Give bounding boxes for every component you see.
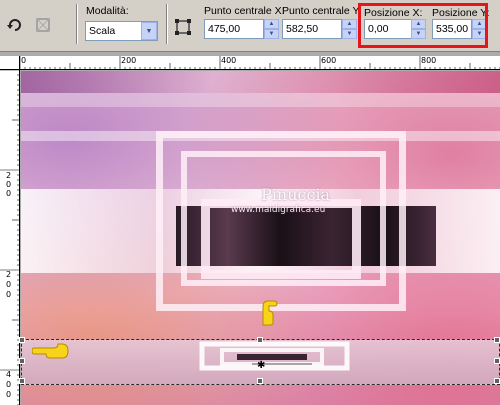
rotate-icon[interactable] [4, 14, 26, 36]
top-band [21, 71, 500, 93]
ruler-label: 0 [6, 380, 12, 389]
ruler-label: 400 [221, 56, 237, 65]
ruler-corner [0, 56, 20, 70]
ruler-label: 0 [6, 180, 12, 189]
center-point-icon[interactable] [172, 16, 194, 38]
center-y-field[interactable]: 582,50 [282, 19, 342, 39]
ruler-label: 200 [121, 56, 137, 65]
resize-handle[interactable] [257, 337, 263, 343]
center-x-value: 475,00 [208, 23, 241, 35]
ruler-label: 2 [6, 270, 12, 279]
mode-value: Scala [89, 25, 116, 37]
deform-toolbar: Modalità: Scala ▼ Punto centrale X: 475,… [0, 0, 500, 52]
pointing-hand-icon [31, 342, 70, 360]
ruler-label: 800 [421, 56, 437, 65]
resize-handle[interactable] [257, 378, 263, 384]
horizontal-ruler: 0 200 400 600 800 [20, 56, 500, 70]
ruler-label: 0 [21, 56, 27, 65]
position-highlight-box [358, 3, 488, 48]
chevron-down-icon[interactable]: ▼ [141, 22, 157, 40]
mode-label: Modalità: [86, 5, 129, 17]
center-x-spinner[interactable]: ▲ ▼ [264, 19, 279, 39]
resize-handle[interactable] [19, 337, 25, 343]
center-x-field[interactable]: 475,00 [204, 19, 264, 39]
resize-handle[interactable] [19, 378, 25, 384]
center-y-spinner[interactable]: ▲ ▼ [342, 19, 357, 39]
ruler-label: 0 [6, 290, 12, 299]
center-point-marker-icon[interactable]: ✱ [257, 360, 265, 371]
center-x-label: Punto centrale X: [204, 5, 285, 17]
resize-handle[interactable] [494, 358, 500, 364]
ruler-label: 600 [321, 56, 337, 65]
ruler-label: 0 [6, 390, 12, 399]
ruler-label: 0 [6, 280, 12, 289]
watermark-title: Pinuccia [261, 185, 331, 204]
resize-handle[interactable] [494, 378, 500, 384]
vertical-ruler: 2 0 0 2 0 0 4 0 0 [0, 70, 20, 405]
selection-layer[interactable]: ✱ [19, 337, 500, 385]
ruler-label: 0 [6, 189, 12, 198]
center-y-value: 582,50 [286, 23, 319, 35]
pointing-hand-icon [257, 297, 279, 327]
toolbar-separator [76, 4, 78, 44]
ruler-label: 4 [6, 370, 12, 379]
light-band [21, 93, 500, 107]
watermark-url: www.maidigrafica.eu [231, 205, 326, 215]
resize-handle[interactable] [494, 337, 500, 343]
toolbar-separator [166, 4, 168, 44]
deform-icon[interactable] [32, 14, 54, 36]
resize-handle[interactable] [19, 358, 25, 364]
center-y-label: Punto centrale Y: [282, 5, 362, 17]
ruler-label: 2 [6, 171, 12, 180]
